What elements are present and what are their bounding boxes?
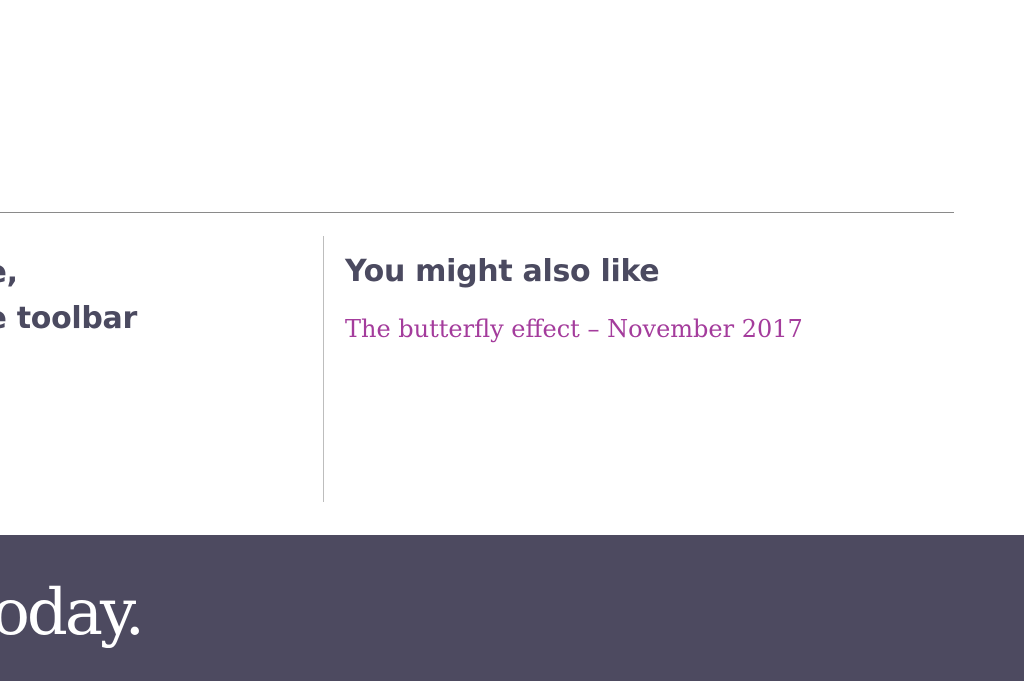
related-heading: You might also like [345,254,660,289]
related-articles-section: You might also like The butterfly effect… [345,236,965,502]
related-article-link[interactable]: The butterfly effect – November 2017 [345,312,803,346]
article-share-section: e, e toolbar [0,236,324,502]
share-instruction-line-2: e toolbar [0,301,137,336]
section-divider [0,212,954,213]
share-instruction-line-1: e, [0,255,18,290]
site-footer: oday. [0,535,1024,681]
page: e, e toolbar You might also like The but… [0,0,1024,681]
column-divider [323,236,324,502]
footer-logo[interactable]: oday. [0,571,145,655]
share-instruction-text: e, e toolbar [0,250,137,342]
